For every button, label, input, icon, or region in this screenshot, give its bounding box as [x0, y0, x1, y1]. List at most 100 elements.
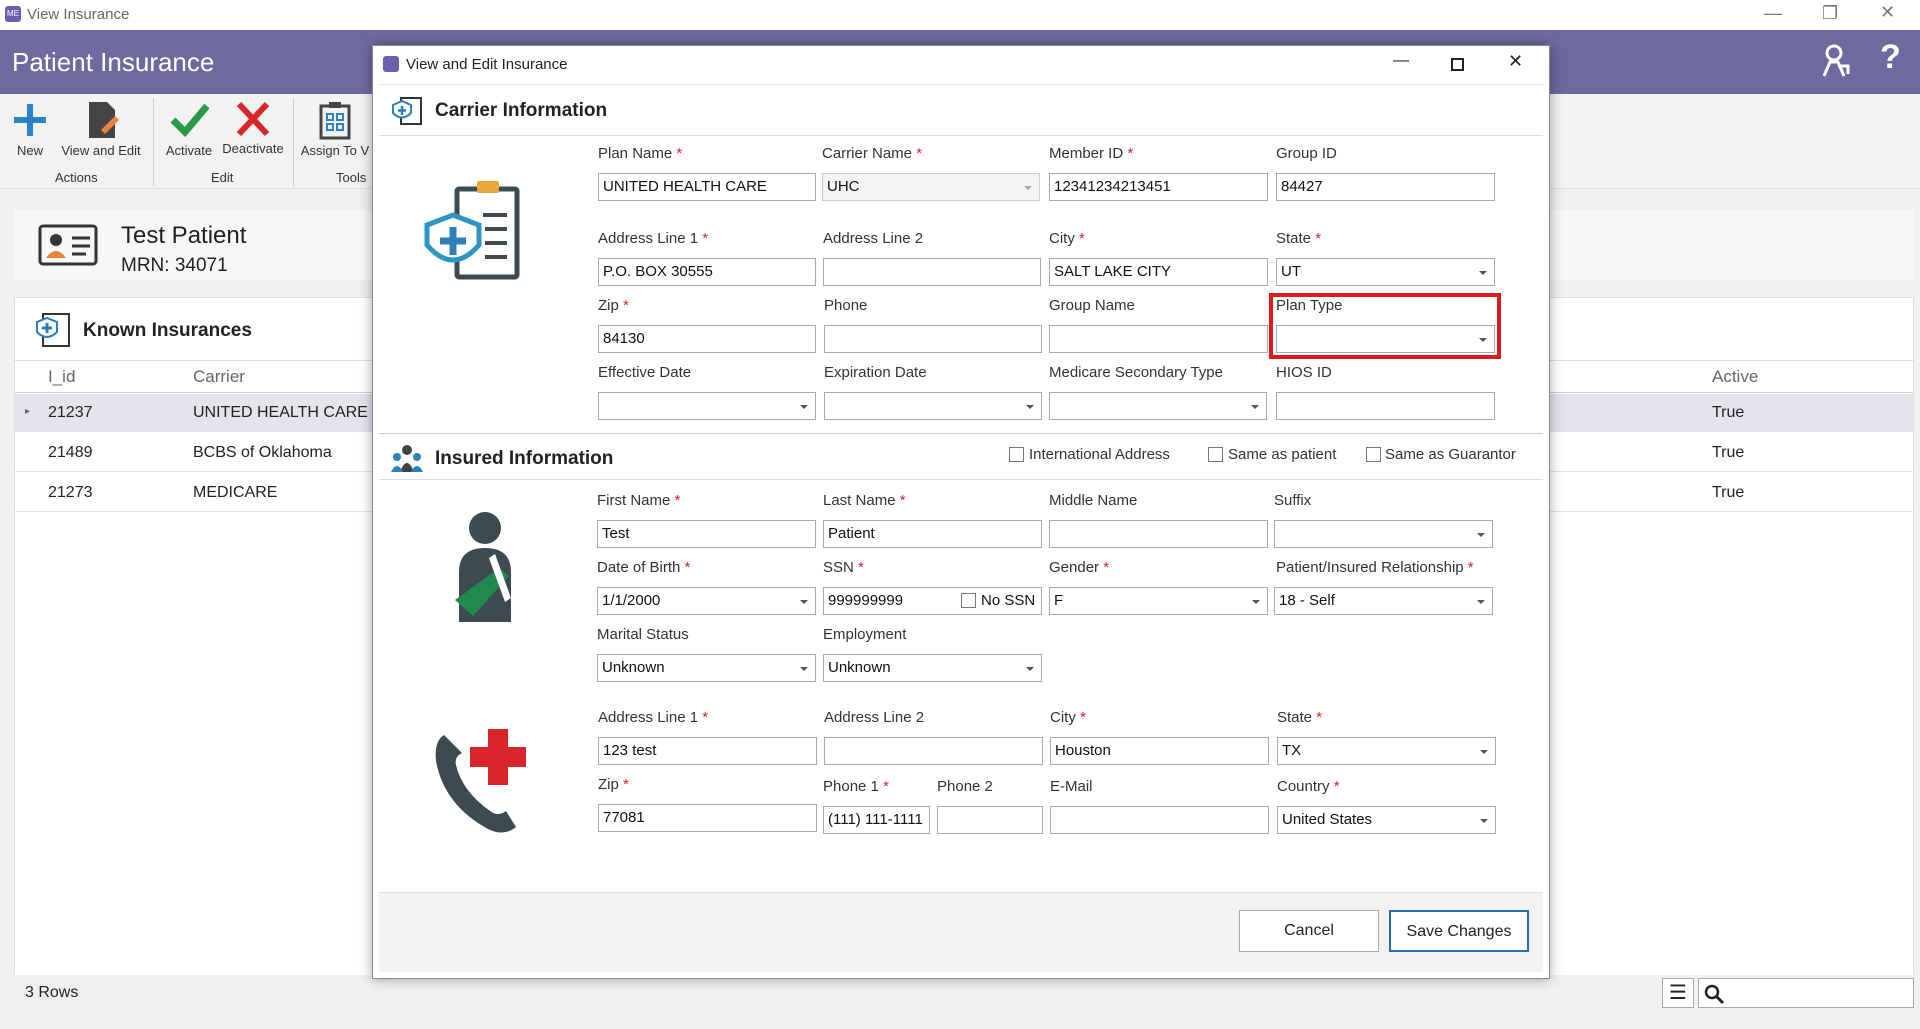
- plus-icon: [14, 104, 46, 136]
- carrier-address1-input[interactable]: P.O. BOX 30555: [598, 258, 816, 286]
- no-ssn-checkbox[interactable]: [961, 593, 976, 608]
- plan-type-select[interactable]: [1276, 325, 1495, 353]
- divider: [153, 98, 154, 186]
- ssn-field: 999999999 No SSN: [823, 587, 1042, 615]
- insured-section-title: Insured Information: [435, 448, 614, 469]
- dialog-titlebar: View and Edit Insurance — ✕: [373, 46, 1549, 84]
- view-edit-button[interactable]: View and Edit: [56, 100, 146, 158]
- dialog-minimize-icon[interactable]: —: [1393, 52, 1409, 70]
- save-changes-button[interactable]: Save Changes: [1389, 910, 1529, 952]
- same-as-patient-checkbox[interactable]: [1208, 447, 1223, 462]
- group-edit-label: Edit: [211, 170, 234, 185]
- suffix-label: Suffix: [1274, 492, 1312, 509]
- insured-state-label: State *: [1277, 709, 1323, 726]
- carrier-name-select[interactable]: UHC: [822, 173, 1040, 201]
- group-id-input[interactable]: 84427: [1276, 173, 1495, 201]
- phone-medical-icon: [435, 729, 526, 833]
- deactivate-button[interactable]: Deactivate: [220, 100, 286, 156]
- dialog-close-icon[interactable]: ✕: [1508, 51, 1523, 72]
- page-title: Patient Insurance: [12, 47, 215, 77]
- carrier-city-input[interactable]: SALT LAKE CITY: [1049, 258, 1268, 286]
- phone2-input[interactable]: [937, 806, 1043, 834]
- insured-address2-input[interactable]: [824, 737, 1043, 765]
- phone1-label: Phone 1 *: [823, 778, 889, 795]
- activate-button[interactable]: Activate: [160, 100, 218, 158]
- carrier-city-label: City *: [1049, 230, 1085, 247]
- country-select[interactable]: United States: [1277, 806, 1496, 834]
- email-input[interactable]: [1050, 806, 1269, 834]
- no-ssn-label: No SSN: [981, 592, 1036, 609]
- effective-date-picker[interactable]: [598, 392, 816, 420]
- carrier-zip-input[interactable]: 84130: [598, 325, 816, 353]
- plan-name-label: Plan Name *: [598, 145, 683, 162]
- restore-icon[interactable]: ❐: [1822, 3, 1838, 24]
- clipboard-grid-icon: [319, 102, 351, 140]
- insured-city-input[interactable]: Houston: [1050, 737, 1269, 765]
- employment-select[interactable]: Unknown: [823, 654, 1042, 682]
- menu-icon[interactable]: ☰: [1662, 978, 1694, 1008]
- group-name-input[interactable]: [1049, 325, 1268, 353]
- family-icon: [391, 445, 423, 472]
- help-icon[interactable]: ?: [1880, 38, 1901, 77]
- insured-address2-label: Address Line 2: [824, 709, 925, 726]
- ssn-input[interactable]: 999999999: [828, 592, 903, 609]
- medicare-secondary-select[interactable]: [1049, 392, 1267, 420]
- carrier-address2-input[interactable]: [823, 258, 1041, 286]
- phone1-input[interactable]: (111) 111-1111: [823, 806, 930, 834]
- column-header-carrier[interactable]: Carrier: [193, 367, 245, 387]
- grid-search-input[interactable]: [1698, 978, 1914, 1008]
- first-name-input[interactable]: Test: [597, 520, 816, 548]
- insured-address1-input[interactable]: 123 test: [598, 737, 817, 765]
- insured-state-select[interactable]: TX: [1277, 737, 1496, 765]
- expiration-date-label: Expiration Date: [824, 364, 927, 381]
- new-button[interactable]: New: [8, 100, 52, 158]
- assign-label: Assign To V: [300, 143, 370, 158]
- cancel-button[interactable]: Cancel: [1239, 910, 1379, 952]
- cell-active: True: [1712, 484, 1745, 501]
- close-icon[interactable]: ✕: [1880, 2, 1895, 23]
- hios-id-input[interactable]: [1276, 392, 1495, 420]
- relationship-select[interactable]: 18 - Self: [1274, 587, 1493, 615]
- gender-select[interactable]: F: [1049, 587, 1268, 615]
- row-indicator-icon: ▸: [25, 406, 31, 417]
- dialog-title: View and Edit Insurance: [406, 56, 568, 73]
- x-icon: [236, 101, 270, 137]
- user-key-icon[interactable]: [1820, 42, 1854, 78]
- carrier-phone-input[interactable]: [824, 325, 1042, 353]
- same-as-guarantor-checkbox[interactable]: [1366, 447, 1381, 462]
- cell-id: 21489: [48, 444, 93, 461]
- suffix-select[interactable]: [1274, 520, 1493, 548]
- insured-zip-input[interactable]: 77081: [598, 804, 817, 832]
- phone2-label: Phone 2: [937, 778, 993, 795]
- dob-picker[interactable]: 1/1/2000: [597, 587, 816, 615]
- hios-id-label: HIOS ID: [1276, 364, 1332, 381]
- dialog-maximize-icon[interactable]: [1451, 58, 1464, 71]
- checkmark-icon: [170, 103, 210, 138]
- carrier-address2-label: Address Line 2: [823, 230, 924, 247]
- marital-status-select[interactable]: Unknown: [597, 654, 816, 682]
- medicare-secondary-label: Medicare Secondary Type: [1049, 364, 1223, 381]
- insurance-shield-icon: [392, 97, 422, 125]
- international-address-checkbox[interactable]: [1009, 447, 1024, 462]
- assign-button[interactable]: Assign To V: [300, 100, 370, 158]
- carrier-phone-label: Phone: [824, 297, 868, 314]
- expiration-date-picker[interactable]: [824, 392, 1042, 420]
- middle-name-label: Middle Name: [1049, 492, 1138, 509]
- group-id-label: Group ID: [1276, 145, 1337, 162]
- plan-name-input[interactable]: UNITED HEALTH CARE: [598, 173, 816, 201]
- search-icon: [1704, 984, 1725, 1005]
- column-header-active[interactable]: Active: [1712, 367, 1758, 387]
- insured-section-header: Insured Information International Addres…: [379, 433, 1543, 480]
- row-count: 3 Rows: [25, 984, 79, 1001]
- last-name-input[interactable]: Patient: [823, 520, 1042, 548]
- minimize-icon[interactable]: —: [1764, 3, 1782, 24]
- member-id-input[interactable]: 12341234213451: [1049, 173, 1268, 201]
- column-header-id[interactable]: I_id: [48, 367, 75, 387]
- view-edit-label: View and Edit: [61, 143, 141, 158]
- member-id-label: Member ID *: [1049, 145, 1134, 162]
- middle-name-input[interactable]: [1049, 520, 1268, 548]
- carrier-state-select[interactable]: UT: [1276, 258, 1495, 286]
- cell-carrier: BCBS of Oklahoma: [193, 444, 332, 461]
- carrier-state-label: State *: [1276, 230, 1322, 247]
- last-name-label: Last Name *: [823, 492, 906, 509]
